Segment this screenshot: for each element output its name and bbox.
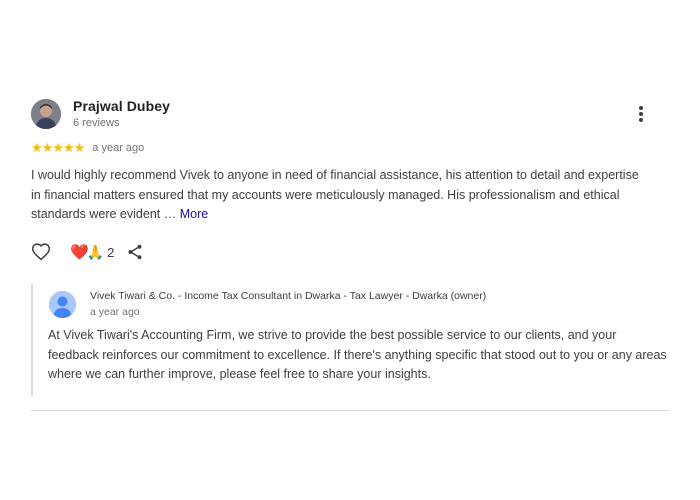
reviewer-avatar[interactable] [31,99,61,129]
share-icon[interactable] [126,243,144,261]
reviewer-reviews-count[interactable]: 6 reviews [73,117,119,129]
reactions[interactable]: ❤️ 🙏 2 [70,243,115,262]
owner-response-text: At Vivek Tiwari's Accounting Firm, we st… [48,328,667,381]
divider [31,410,669,411]
star-icon: ★ [62,140,75,155]
star-icon: ★ [73,140,86,155]
review-text-body: I would highly recommend Vivek to anyone… [31,168,639,221]
heart-outline-icon[interactable] [31,242,51,262]
more-vert-icon [639,106,643,110]
star-icon: ★ [52,140,64,155]
owner-response: Vivek Tiwari & Co. - Income Tax Consulta… [31,284,671,396]
star-icon: ★ [31,140,43,155]
reviewer-name[interactable]: Prajwal Dubey [73,98,170,114]
reaction-count: 2 [107,244,115,260]
review-text: I would highly recommend Vivek to anyone… [31,166,651,225]
more-link[interactable]: More [180,207,208,221]
owner-avatar [49,291,76,318]
review-actions: ❤️ 🙏 2 [31,242,144,262]
owner-response-time: a year ago [90,306,140,318]
rating-row: ★ ★ ★ ★ ★ a year ago [31,141,144,154]
folded-hands-reaction-icon: 🙏 [86,243,105,260]
more-options-button[interactable] [631,105,651,125]
review-time: a year ago [92,141,145,154]
owner-name: Vivek Tiwari & Co. - Income Tax Consulta… [90,290,487,302]
star-rating: ★ ★ ★ ★ ★ [31,140,86,155]
star-icon: ★ [41,140,54,155]
